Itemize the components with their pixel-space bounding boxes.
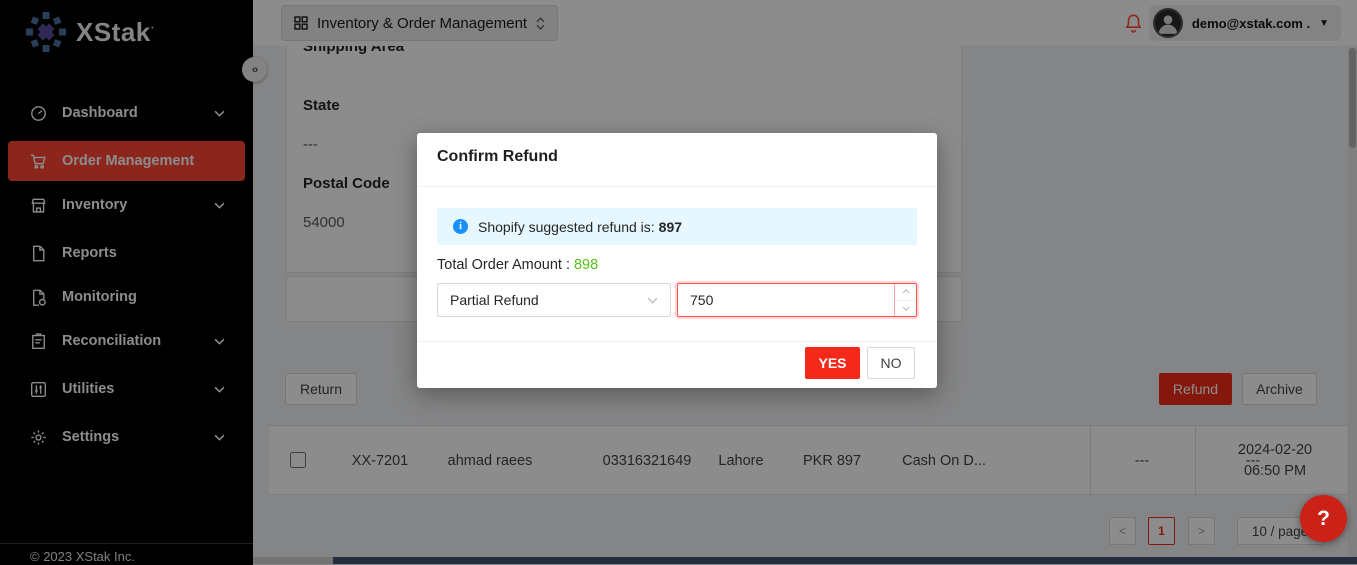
refund-type-value: Partial Refund <box>450 292 647 308</box>
refund-type-select[interactable]: Partial Refund <box>437 283 671 317</box>
info-alert: i Shopify suggested refund is:897 <box>437 208 917 245</box>
chevron-down-icon <box>647 297 658 304</box>
number-spinner <box>894 284 916 316</box>
refund-amount-field <box>677 283 917 317</box>
no-button[interactable]: NO <box>867 347 915 379</box>
app-window: XStak· Dashboard Order Management Invent… <box>0 0 1357 565</box>
refund-amount-input[interactable] <box>678 284 894 316</box>
total-order-amount: Total Order Amount :898 <box>437 257 598 273</box>
modal-title: Confirm Refund <box>437 148 558 166</box>
yes-button[interactable]: YES <box>805 347 860 379</box>
confirm-refund-modal: Confirm Refund i Shopify suggested refun… <box>417 133 937 388</box>
total-amount-value: 898 <box>574 257 598 273</box>
suggested-refund-value: 897 <box>659 219 682 235</box>
question-icon: ? <box>1317 507 1330 531</box>
help-button[interactable]: ? <box>1300 495 1347 542</box>
info-icon: i <box>453 219 468 234</box>
modal-footer-divider <box>417 341 937 342</box>
spinner-up-button[interactable] <box>895 284 916 301</box>
info-alert-text: Shopify suggested refund is:897 <box>478 219 682 235</box>
spinner-down-button[interactable] <box>895 301 916 317</box>
modal-header-divider <box>417 186 937 187</box>
